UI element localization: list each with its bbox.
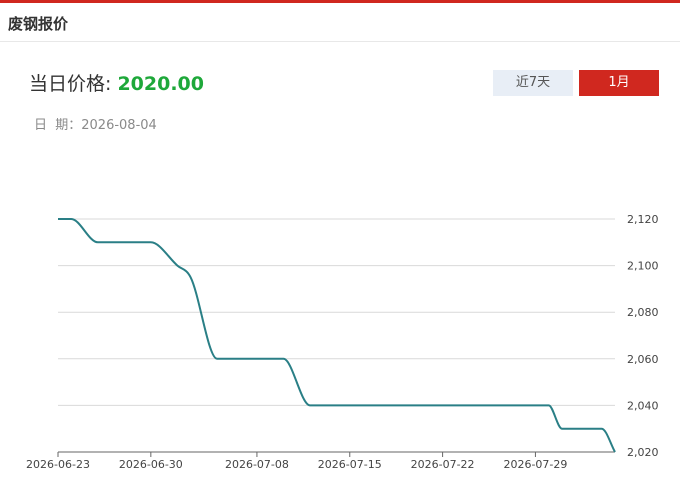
x-tick-label: 2026-07-29	[503, 458, 567, 471]
price-series-line	[57, 218, 616, 453]
y-tick-label: 2,060	[627, 353, 659, 366]
y-tick-label: 2,100	[627, 260, 659, 273]
y-tick-label: 2,120	[627, 213, 659, 226]
panel-title: 废钢报价	[8, 15, 69, 33]
y-tick-label: 2,040	[627, 399, 659, 412]
date-label: 日 期：	[34, 118, 82, 133]
current-price: 当日价格: 2020.00	[29, 69, 204, 96]
price-value: 2020.00	[117, 73, 204, 95]
range-7-days-button[interactable]: 近7天	[493, 70, 573, 96]
x-tick-label: 2026-07-08	[225, 458, 289, 471]
y-tick-label: 2,020	[627, 446, 659, 459]
x-tick-label: 2026-06-30	[119, 458, 183, 471]
price-line-chart: 2,020 2,040 2,060 2,080 2,100 2,120 2026-06-23…	[26, 213, 659, 471]
panel-header: 废钢报价	[0, 3, 680, 42]
price-label: 当日价格:	[29, 73, 118, 95]
y-tick-label: 2,080	[627, 306, 659, 319]
x-tick-label: 2026-07-15	[318, 458, 382, 471]
range-1-month-button[interactable]: 1月	[579, 70, 659, 96]
x-tick-label: 2026-07-22	[411, 458, 475, 471]
x-tick-label: 2026-06-23	[26, 458, 90, 471]
date-value: 2026-08-04	[81, 118, 157, 133]
price-date: 日 期：2026-08-04	[34, 114, 157, 133]
